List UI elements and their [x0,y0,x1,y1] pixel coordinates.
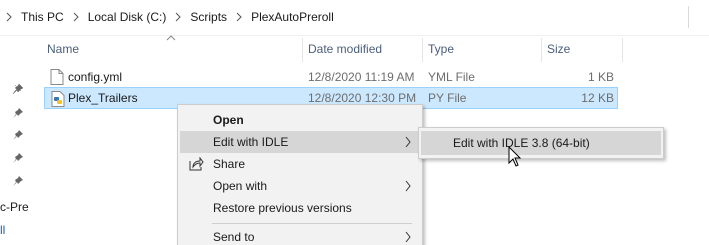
column-header-type[interactable]: Type [423,37,541,61]
menu-item-share[interactable]: Share [180,153,420,175]
menu-separator [212,223,412,224]
submenu-arrow-icon [405,231,411,243]
submenu-arrow-icon [405,180,411,192]
file-name: Plex_Trailers [68,91,138,105]
pin-icon [13,153,23,163]
python-file-icon [51,91,65,107]
chevron-right-icon[interactable] [4,12,14,22]
menu-item-open[interactable]: Open [180,109,420,131]
file-size: 12 KB [581,91,614,105]
file-row[interactable]: config.yml 12/8/2020 11:19 AM YML File 1… [44,66,618,88]
file-size: 1 KB [587,70,614,84]
breadcrumb-scripts[interactable]: Scripts [188,10,229,24]
file-date: 12/8/2020 11:19 AM [308,70,415,84]
column-header-date-modified[interactable]: Date modified [303,37,422,61]
breadcrumb-this-pc[interactable]: This PC [19,10,66,24]
column-header-size[interactable]: Size [542,37,622,61]
breadcrumb: This PC Local Disk (C:) Scripts PlexAuto… [0,10,336,24]
menu-item-send-to[interactable]: Send to [180,226,420,245]
submenu-arrow-icon [405,136,411,148]
menu-item-edit-with-idle[interactable]: Edit with IDLE [180,131,420,153]
pin-icon [12,83,24,95]
chevron-right-icon[interactable] [234,12,244,22]
menu-item-open-with[interactable]: Open with [180,175,420,197]
column-header-name[interactable]: Name [40,37,302,61]
nav-item-fragment[interactable]: ll [0,223,5,237]
breadcrumb-local-disk[interactable]: Local Disk (C:) [86,10,169,24]
file-type: YML File [428,70,475,84]
pin-icon [13,130,23,140]
menu-item-restore-previous-versions[interactable]: Restore previous versions [180,197,420,219]
yml-file-icon [50,69,64,85]
mouse-cursor-icon [508,146,522,167]
address-bar[interactable]: This PC Local Disk (C:) Scripts PlexAuto… [0,0,709,36]
pin-icon [13,176,23,186]
pin-icon [13,108,23,118]
navigation-pane: c-Pre ll [0,36,33,245]
chevron-right-icon[interactable] [173,12,183,22]
nav-item-fragment[interactable]: c-Pre [0,200,29,214]
context-menu: Open Edit with IDLE Share Open with Rest… [177,104,423,245]
menu-item-edit-with-idle-38[interactable]: Edit with IDLE 3.8 (64-bit) [421,131,661,155]
chevron-right-icon[interactable] [71,12,81,22]
submenu-edit-with-idle: Edit with IDLE 3.8 (64-bit) [418,127,664,159]
address-divider [688,6,689,28]
column-divider[interactable] [622,38,623,62]
file-type: PY File [428,91,467,105]
share-icon [189,157,204,171]
file-name: config.yml [68,70,123,84]
file-date: 12/8/2020 12:30 PM [308,91,417,105]
breadcrumb-plexautopreroll[interactable]: PlexAutoPreroll [249,10,336,24]
